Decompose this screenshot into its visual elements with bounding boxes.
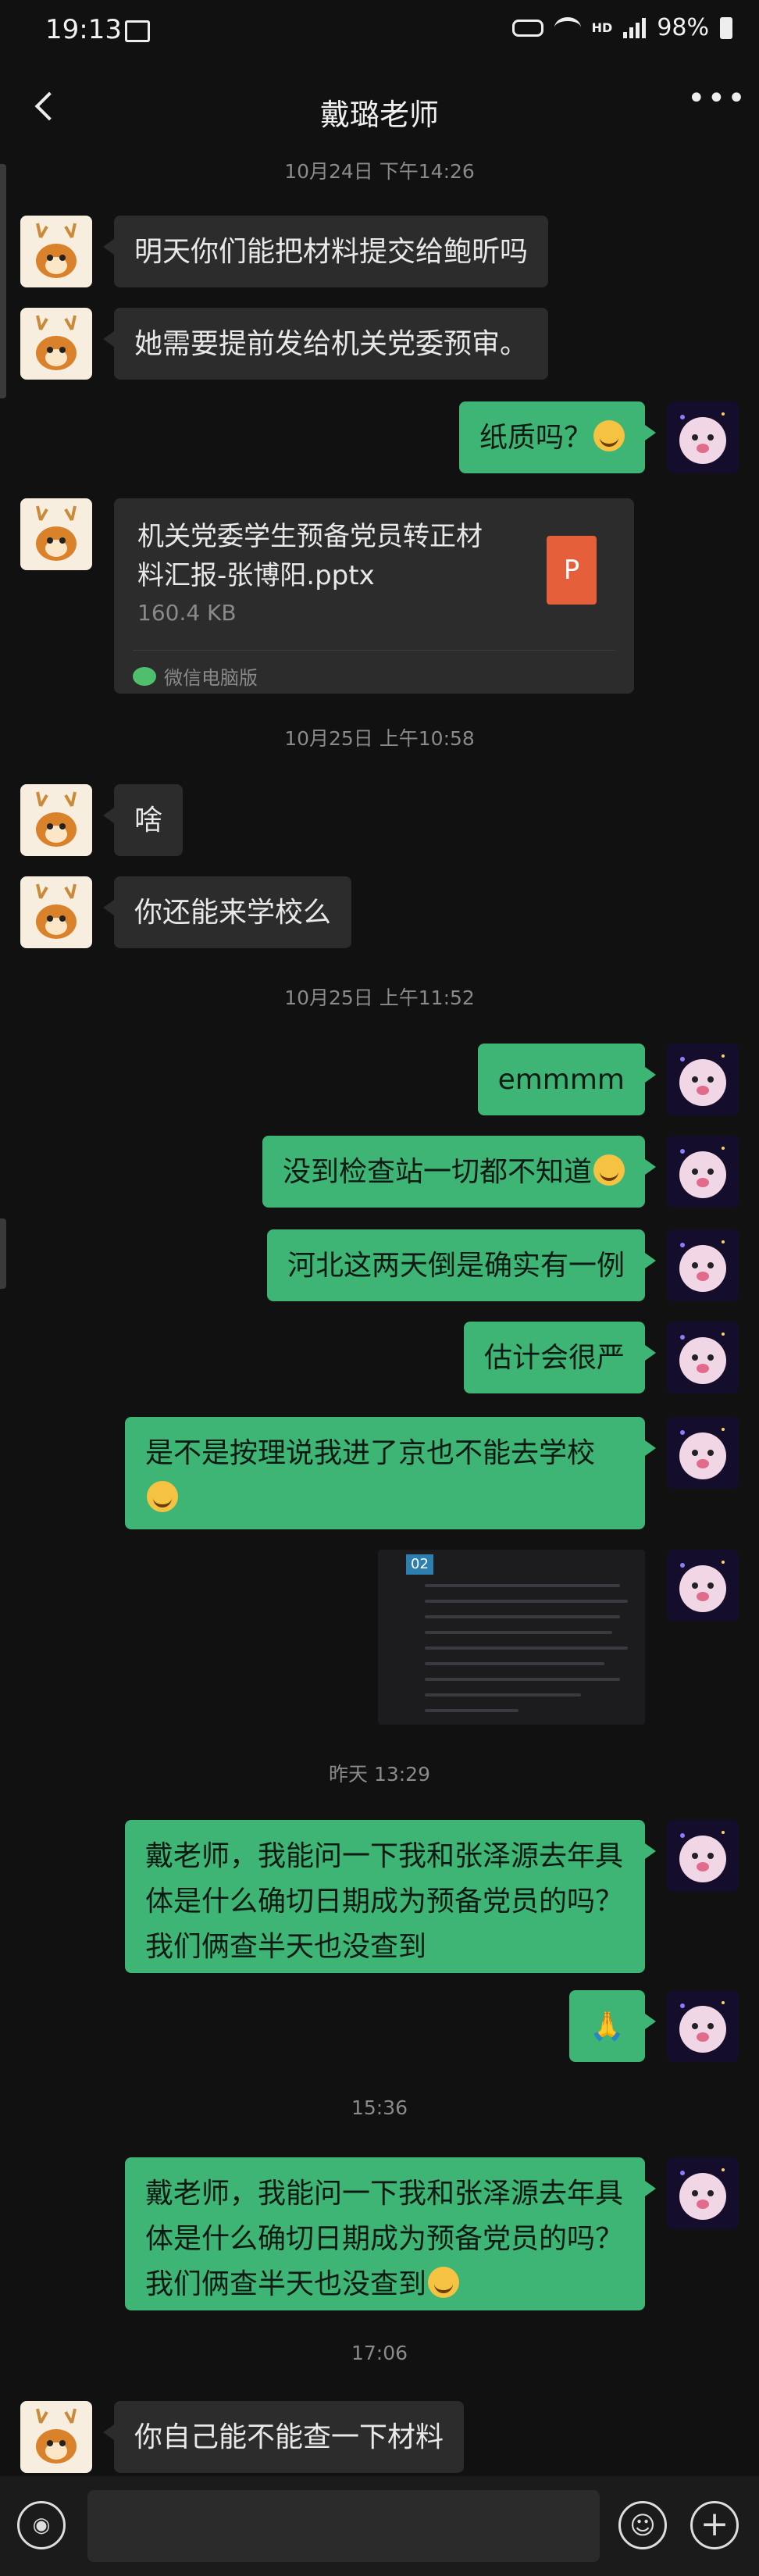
wechat-icon: [133, 666, 156, 686]
teacher-avatar[interactable]: [20, 216, 92, 287]
my-avatar[interactable]: [667, 401, 739, 473]
my-avatar[interactable]: [667, 1417, 739, 1489]
message-bubble[interactable]: 估计会很严: [463, 1322, 657, 1393]
timestamp: 10月24日 下午14:26: [284, 160, 475, 183]
vpn-key-icon: [511, 19, 543, 37]
emoji-icon[interactable]: ☺: [618, 2501, 667, 2549]
voice-icon[interactable]: ◉: [17, 2501, 66, 2549]
teacher-avatar[interactable]: [20, 498, 92, 570]
message-bubble[interactable]: 明天你们能把材料提交给鲍昕吗: [102, 216, 549, 287]
message-bubble[interactable]: 🙏: [569, 1990, 656, 2062]
timestamp: 17:06: [351, 2342, 408, 2364]
message-text: 是不是按理说我进了京也不能去学校: [145, 1437, 596, 1469]
my-avatar[interactable]: [667, 1136, 739, 1208]
wifi-icon: [554, 17, 581, 38]
message-bubble[interactable]: emmmm: [477, 1044, 657, 1115]
image-badge: 02: [406, 1554, 433, 1575]
gallery-icon: [125, 20, 150, 42]
message-bubble[interactable]: 她需要提前发给机关党委预审。: [102, 308, 549, 380]
more-dots-icon[interactable]: •••: [687, 83, 746, 130]
message-text: 没到检查站一切都不知道: [282, 1156, 592, 1188]
message-bubble[interactable]: 是不是按理说我进了京也不能去学校: [125, 1417, 656, 1529]
image-message[interactable]: 02: [378, 1550, 645, 1725]
file-source: 微信电脑版: [133, 662, 258, 690]
signal-icon: [623, 17, 647, 38]
timestamp: 15:36: [351, 2096, 408, 2119]
hd-label: HD: [591, 20, 613, 35]
my-avatar[interactable]: [667, 1044, 739, 1115]
message-text: 戴老师，我能问一下我和张泽源去年具体是什么确切日期成为预备党员的吗？我们俩查半天…: [145, 2178, 624, 2300]
laugh-cry-emoji: [428, 2267, 460, 2298]
chat-title: 戴璐老师: [319, 98, 439, 132]
laugh-cry-emoji: [593, 420, 625, 451]
message-bubble[interactable]: 没到检查站一切都不知道: [262, 1136, 657, 1208]
my-avatar[interactable]: [667, 1322, 739, 1393]
timestamp: 10月25日 上午10:58: [284, 727, 475, 750]
my-avatar[interactable]: [667, 2157, 739, 2229]
message-bubble[interactable]: 你还能来学校么: [102, 876, 352, 948]
teacher-avatar[interactable]: [20, 2401, 92, 2473]
status-bar: 19:13 HD 98%: [0, 0, 759, 66]
laugh-cry-emoji: [593, 1154, 625, 1186]
file-source-label: 微信电脑版: [164, 667, 258, 689]
plus-icon[interactable]: +: [690, 2501, 739, 2549]
message-bubble[interactable]: 啥: [102, 784, 184, 856]
message-bubble[interactable]: 纸质吗？: [458, 401, 657, 473]
file-message[interactable]: 机关党委学生预备党员转正材料汇报-张博阳.pptx 160.4 KB P 微信电…: [114, 498, 634, 694]
teacher-avatar[interactable]: [20, 876, 92, 948]
message-bubble[interactable]: 戴老师，我能问一下我和张泽源去年具体是什么确切日期成为预备党员的吗？我们俩查半天…: [125, 2157, 656, 2310]
battery-icon: [720, 16, 732, 39]
divider: [133, 650, 615, 651]
input-bar: ◉ ☺ +: [0, 2476, 759, 2576]
timestamp: 昨天 13:29: [329, 1763, 430, 1786]
my-avatar[interactable]: [667, 1229, 739, 1301]
file-size: 160.4 KB: [137, 600, 237, 626]
my-avatar[interactable]: [667, 1550, 739, 1622]
message-bubble[interactable]: 戴老师，我能问一下我和张泽源去年具体是什么确切日期成为预备党员的吗？我们俩查半天…: [125, 1820, 656, 1973]
teacher-avatar[interactable]: [20, 784, 92, 856]
timestamp: 10月25日 上午11:52: [284, 987, 475, 1009]
my-avatar[interactable]: [667, 1990, 739, 2062]
status-time: 19:13: [45, 14, 122, 45]
pptx-file-icon: P: [547, 536, 597, 605]
scroll-edge: [0, 1218, 6, 1289]
message-text: 纸质吗？: [479, 422, 592, 454]
message-bubble[interactable]: 河北这两天倒是确实有一例: [266, 1229, 657, 1301]
message-bubble[interactable]: 你自己能不能查一下材料: [102, 2401, 465, 2473]
teacher-avatar[interactable]: [20, 308, 92, 380]
scroll-edge: [0, 164, 6, 398]
my-avatar[interactable]: [667, 1820, 739, 1892]
file-name: 机关党委学生预备党员转正材料汇报-张博阳.pptx: [137, 521, 483, 591]
message-input[interactable]: [87, 2490, 600, 2562]
laugh-cry-emoji: [147, 1481, 178, 1512]
battery-percent: 98%: [657, 14, 709, 41]
nav-bar: 戴璐老师 •••: [0, 66, 759, 152]
